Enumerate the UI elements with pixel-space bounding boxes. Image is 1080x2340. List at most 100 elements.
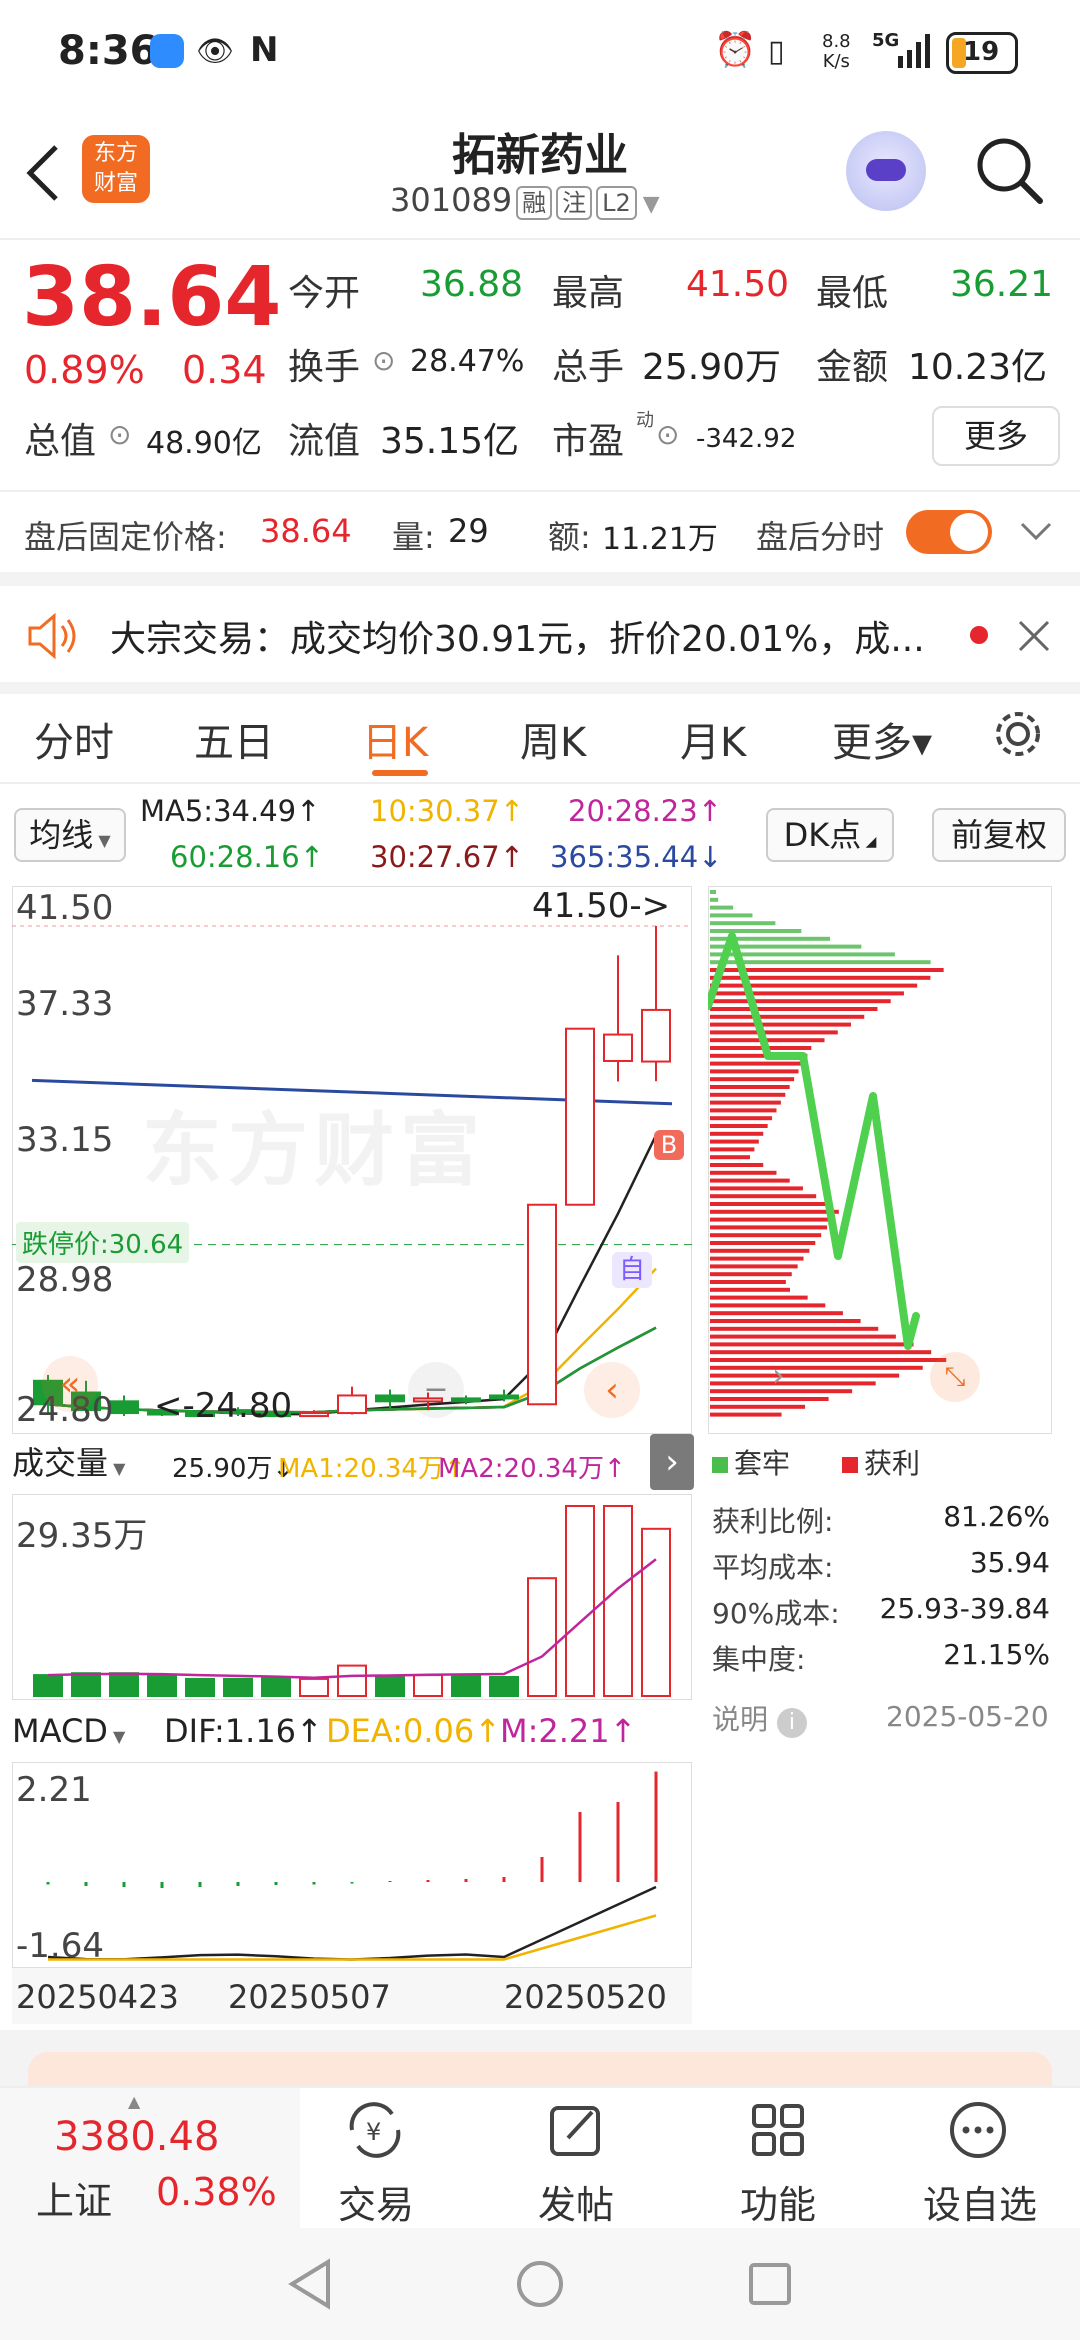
chip-bar	[710, 1365, 923, 1370]
chip-bar	[710, 1178, 790, 1183]
info-icon[interactable]: ⊙	[372, 344, 395, 377]
news-ticker[interactable]: 大宗交易：成交均价30.91元，折价20.01%，成...	[0, 586, 1080, 682]
volume-chart[interactable]: 29.35万	[12, 1494, 692, 1700]
nfc-icon: N	[250, 30, 279, 70]
nav-trade[interactable]: ¥ 交易	[316, 2094, 436, 2230]
macd-selector[interactable]: MACD ▼	[12, 1706, 125, 1756]
macd-header: MACD ▼ DIF:1.16↑ DEA:0.06↑ M:2.21↑	[12, 1702, 692, 1760]
more-quote-button[interactable]: 更多	[932, 406, 1060, 466]
kline-chart[interactable]: 东方财富 41.50 37.33 33.15 28.98 24.80 41.50…	[12, 886, 692, 1434]
candle-body	[565, 1027, 595, 1206]
turnover-value: 28.47%	[410, 344, 525, 379]
buy-badge[interactable]: B	[654, 1130, 684, 1160]
open-value: 36.88	[420, 264, 524, 305]
candle-body	[109, 1400, 139, 1415]
chip-bar	[710, 1116, 773, 1121]
tab-more[interactable]: 更多▾	[832, 710, 932, 768]
chip-note-link[interactable]: 说明 i	[712, 1698, 807, 1738]
chip-bar	[710, 1256, 804, 1261]
volume-value: 25.90万	[642, 347, 782, 388]
chip-bar	[710, 1248, 810, 1253]
macd-chart[interactable]: 2.21 -1.64	[12, 1762, 692, 1968]
ma60-value: 60:28.16↑	[170, 840, 324, 874]
volume-bar	[109, 1672, 139, 1697]
after-hours-price: 38.64	[260, 512, 352, 550]
volume-bar	[71, 1672, 101, 1697]
back-triangle-icon[interactable]	[286, 2258, 334, 2310]
chip-bar	[710, 1350, 932, 1355]
chip-distribution-chart[interactable]: › ⤡	[708, 886, 1052, 1434]
dk-point-button[interactable]: DK点 ◢	[766, 808, 894, 862]
message-app-icon	[150, 34, 184, 68]
chevron-down-icon[interactable]	[1018, 520, 1054, 544]
info-icon[interactable]: ⊙	[108, 418, 131, 451]
grid-icon	[752, 2104, 804, 2156]
volume-selector[interactable]: 成交量 ▼	[12, 1438, 125, 1488]
volume-bar	[147, 1674, 177, 1698]
chip-bar	[710, 1014, 865, 1019]
search-icon[interactable]	[974, 135, 1046, 207]
signal-icon	[896, 30, 936, 74]
tab-weekly-k[interactable]: 周K	[520, 710, 586, 768]
ma-selector[interactable]: 均线 ▼	[14, 808, 126, 862]
chevron-right-icon[interactable]: ›	[650, 1434, 694, 1490]
volume-bar	[223, 1677, 253, 1697]
volume-value: 25.90万↓	[172, 1454, 295, 1484]
zoom-out-icon[interactable]: −	[408, 1362, 464, 1418]
profit-ratio-label: 获利比例:	[712, 1505, 834, 1538]
price-adjust-button[interactable]: 前复权	[932, 808, 1066, 862]
chevron-left-icon[interactable]: ‹	[584, 1362, 640, 1418]
close-icon[interactable]	[1016, 618, 1052, 654]
after-hours-bar: 盘后固定价格: 38.64 量: 29 额: 11.21万 盘后分时	[0, 492, 1080, 572]
volume-bar	[451, 1674, 481, 1698]
open-label: 今开	[288, 273, 361, 314]
chip-bar	[710, 1272, 792, 1277]
y-tick-label: 37.33	[16, 984, 114, 1024]
chevron-right-icon[interactable]: ›	[772, 1356, 785, 1394]
speaker-icon	[28, 612, 76, 660]
nav-trade-label: 交易	[337, 2183, 414, 2227]
candle-body	[299, 1412, 329, 1418]
cost-90-label: 90%成本:	[712, 1597, 840, 1630]
tag-l2[interactable]: L2	[596, 186, 637, 220]
info-icon[interactable]: ⊙	[656, 418, 679, 451]
svg-text:¥: ¥	[366, 2118, 381, 2146]
chip-bar	[710, 1202, 830, 1206]
volume-bar	[641, 1527, 671, 1697]
cost-90-value: 25.93-39.84	[879, 1592, 1050, 1625]
tab-daily-k[interactable]: 日K	[362, 710, 428, 768]
after-hours-amt-label: 额:	[548, 518, 591, 556]
app-logo: 东方 财富	[82, 135, 150, 203]
gear-icon[interactable]	[990, 706, 1046, 762]
macd-dea: DEA:0.06↑	[326, 1712, 502, 1750]
after-hours-toggle[interactable]	[906, 510, 992, 554]
volume-bar	[375, 1676, 405, 1697]
chip-bar	[710, 1404, 806, 1409]
system-nav-bar	[0, 2228, 1080, 2340]
index-ticker[interactable]: ▲ 3380.48 上证 0.38%	[0, 2088, 300, 2230]
ma20-value: 20:28.23↑	[568, 794, 722, 828]
back-arrow-icon[interactable]	[22, 143, 62, 203]
stock-code-row: 301089 融注 L2 ▼	[390, 181, 660, 220]
tab-intraday[interactable]: 分时	[34, 710, 114, 768]
eye-icon: 👁	[196, 34, 235, 69]
legend-trapped: 套牢	[712, 1442, 790, 1482]
tab-monthly-k[interactable]: 月K	[680, 710, 746, 768]
expand-icon[interactable]: ⤡	[930, 1352, 980, 1402]
turnover-label: 换手	[288, 347, 361, 388]
tab-five-day[interactable]: 五日	[194, 710, 274, 768]
after-hours-toggle-label: 盘后分时	[756, 518, 885, 556]
scroll-left-icon[interactable]: «	[42, 1356, 98, 1412]
chip-bar	[710, 1030, 838, 1035]
chip-bar	[710, 1217, 833, 1222]
robot-avatar-icon[interactable]	[846, 131, 926, 211]
nav-add-watchlist[interactable]: 设自选	[900, 2094, 1060, 2230]
recents-square-icon[interactable]	[746, 2260, 794, 2308]
self-select-badge[interactable]: 自	[612, 1252, 652, 1288]
nav-post[interactable]: 发帖	[516, 2094, 636, 2230]
home-circle-icon[interactable]	[514, 2258, 566, 2310]
ma10-value: 10:30.37↑	[370, 794, 524, 828]
market-cap-label: 总值	[24, 421, 97, 462]
nav-functions[interactable]: 功能	[718, 2094, 838, 2230]
stock-header: 东方 财富 拓新药业 301089 融注 L2 ▼	[0, 105, 1080, 240]
